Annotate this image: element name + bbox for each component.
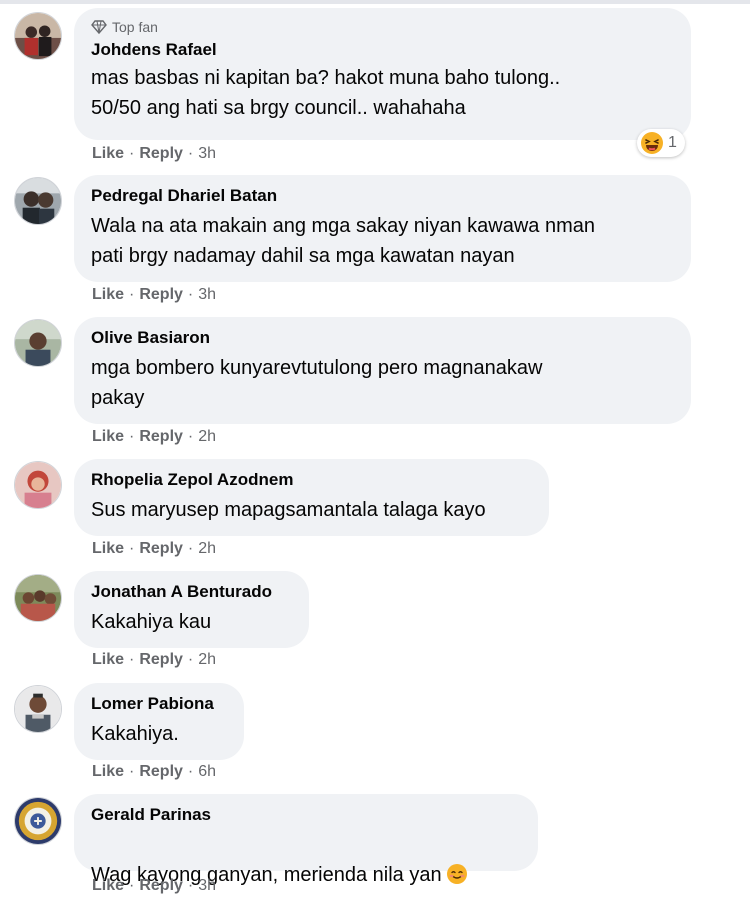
- avatar[interactable]: [14, 177, 62, 225]
- commenter-name[interactable]: Gerald Parinas: [91, 804, 521, 826]
- comment-actions: Like · Reply · 3h: [92, 877, 217, 895]
- comment-text: Kakahiya.: [91, 723, 179, 745]
- comment-actions: Like · Reply · 6h: [92, 763, 217, 781]
- comment-actions: Like · Reply · 2h: [92, 651, 217, 669]
- comment-text: Sus maryusep mapagsamantala talaga kayo: [91, 499, 486, 521]
- avatar[interactable]: [14, 685, 62, 733]
- comment-bubble: Jonathan A Benturado Kakahiya kau: [74, 571, 309, 648]
- comment-text: mga bombero kunyarevtutulong pero magnan…: [91, 357, 543, 409]
- reply-button[interactable]: Reply: [139, 651, 183, 669]
- like-button[interactable]: Like: [92, 651, 124, 669]
- avatar[interactable]: [14, 461, 62, 509]
- commenter-name[interactable]: Lomer Pabiona: [91, 693, 227, 715]
- timestamp[interactable]: 2h: [198, 540, 216, 558]
- reply-button[interactable]: Reply: [139, 428, 183, 446]
- comment-bubble: Lomer Pabiona Kakahiya.: [74, 683, 244, 760]
- timestamp[interactable]: 3h: [198, 286, 216, 304]
- timestamp[interactable]: 2h: [198, 651, 216, 669]
- timestamp[interactable]: 3h: [198, 145, 216, 163]
- timestamp[interactable]: 6h: [198, 763, 216, 781]
- like-button[interactable]: Like: [92, 877, 124, 895]
- comment-bubble: Rhopelia Zepol Azodnem Sus maryusep mapa…: [74, 459, 549, 536]
- reply-button[interactable]: Reply: [139, 145, 183, 163]
- commenter-name[interactable]: Olive Basiaron: [91, 327, 674, 349]
- timestamp[interactable]: 2h: [198, 428, 216, 446]
- laughing-emoji-icon: [641, 132, 663, 154]
- like-button[interactable]: Like: [92, 763, 124, 781]
- like-button[interactable]: Like: [92, 145, 124, 163]
- commenter-name[interactable]: Johdens Rafael: [91, 39, 674, 61]
- avatar[interactable]: [14, 574, 62, 622]
- diamond-icon: [91, 20, 107, 35]
- reaction-summary[interactable]: 1: [637, 129, 685, 157]
- comment-bubble: Gerald Parinas Wag kayong ganyan, merien…: [74, 794, 538, 886]
- comment-text: mas basbas ni kapitan ba? hakot muna bah…: [91, 67, 561, 119]
- like-button[interactable]: Like: [92, 540, 124, 558]
- reply-button[interactable]: Reply: [139, 763, 183, 781]
- reply-button[interactable]: Reply: [139, 540, 183, 558]
- comment-text: Wala na ata makain ang mga sakay niyan k…: [91, 215, 595, 267]
- like-button[interactable]: Like: [92, 286, 124, 304]
- reply-button[interactable]: Reply: [139, 286, 183, 304]
- comment-bubble: Top fan Johdens Rafael mas basbas ni kap…: [74, 8, 691, 140]
- timestamp[interactable]: 3h: [198, 877, 216, 895]
- like-button[interactable]: Like: [92, 428, 124, 446]
- comment-actions: Like · Reply · 3h: [92, 286, 217, 304]
- commenter-name[interactable]: Rhopelia Zepol Azodnem: [91, 469, 532, 491]
- top-fan-badge: Top fan: [91, 19, 674, 35]
- top-divider: [0, 0, 750, 4]
- commenter-name[interactable]: Jonathan A Benturado: [91, 581, 292, 603]
- reply-button[interactable]: Reply: [139, 877, 183, 895]
- avatar[interactable]: [14, 319, 62, 367]
- comment-actions: Like · Reply · 2h: [92, 428, 217, 446]
- commenter-name[interactable]: Pedregal Dhariel Batan: [91, 185, 674, 207]
- comment-bubble: Pedregal Dhariel Batan Wala na ata makai…: [74, 175, 691, 282]
- comment-actions: Like · Reply · 2h: [92, 540, 217, 558]
- comment-text: Kakahiya kau: [91, 611, 212, 633]
- comment-bubble: Olive Basiaron mga bombero kunyarevtutul…: [74, 317, 691, 424]
- comment-actions: Like · Reply · 3h: [92, 145, 217, 163]
- avatar[interactable]: [14, 12, 62, 60]
- blushing-smile-emoji-icon: [446, 864, 467, 884]
- avatar[interactable]: [14, 797, 62, 845]
